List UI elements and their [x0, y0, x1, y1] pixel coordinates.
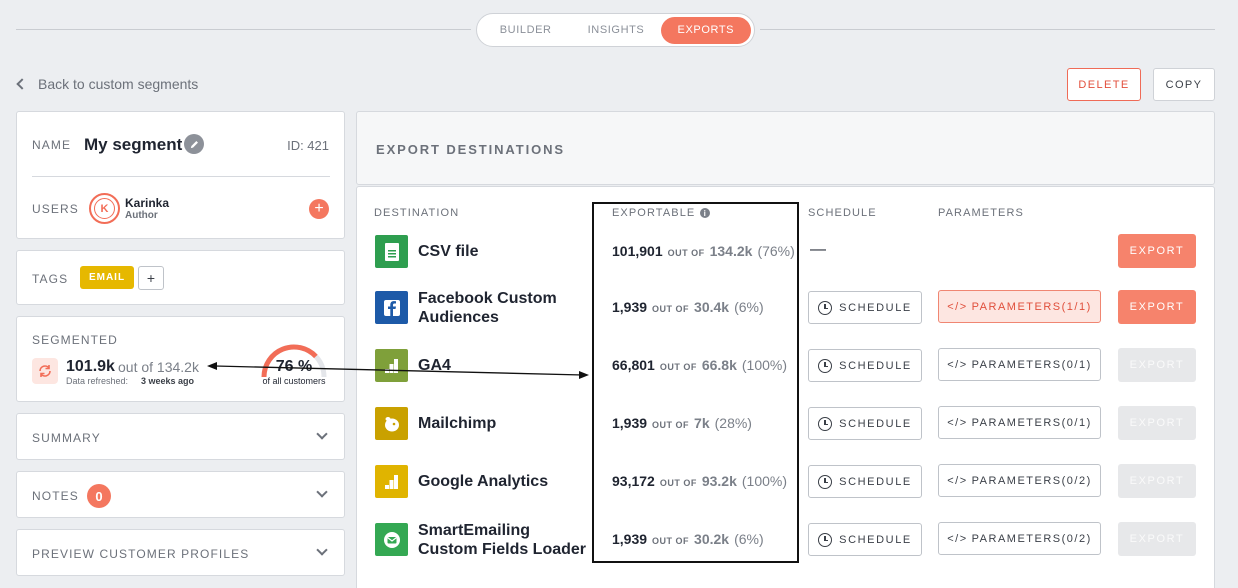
schedule-button[interactable]: SCHEDULE: [808, 523, 922, 556]
export-button-google-analytics[interactable]: EXPORT: [1118, 464, 1196, 498]
tab-builder[interactable]: BUILDER: [480, 17, 571, 44]
code-icon: </>: [947, 532, 968, 545]
add-user-button[interactable]: +: [309, 199, 329, 219]
parameters-button-label: PARAMETERS(1/1): [971, 300, 1092, 313]
edit-name-icon[interactable]: [184, 134, 204, 154]
schedule-button-label: SCHEDULE: [839, 475, 912, 488]
divider: [32, 176, 330, 177]
export-button-smartemailing-custom-fields-loader[interactable]: EXPORT: [1118, 522, 1196, 556]
preview-label: PREVIEW CUSTOMER PROFILES: [32, 547, 250, 561]
segment-name: My segment: [84, 135, 183, 154]
notes-label: NOTES: [32, 489, 79, 503]
schedule-button[interactable]: SCHEDULE: [808, 349, 922, 382]
notes-card[interactable]: NOTES 0: [16, 471, 345, 518]
clock-icon: [818, 474, 833, 489]
copy-button[interactable]: COPY: [1153, 68, 1215, 101]
schedule-button[interactable]: SCHEDULE: [808, 291, 922, 324]
avatar-initial: K: [94, 198, 115, 219]
add-tag-button[interactable]: +: [138, 266, 164, 290]
export-button-csv-file[interactable]: EXPORT: [1118, 234, 1196, 268]
col-schedule: SCHEDULE: [808, 207, 877, 219]
destination-name: Google Analytics: [418, 473, 549, 490]
preview-profiles-card[interactable]: PREVIEW CUSTOMER PROFILES: [16, 529, 345, 576]
back-link[interactable]: Back to custom segments: [16, 76, 198, 92]
csv-file-icon: [375, 235, 408, 268]
summary-card[interactable]: SUMMARY: [16, 413, 345, 460]
parameters-button[interactable]: </> PARAMETERS(1/1): [938, 290, 1101, 323]
view-tabs: BUILDER INSIGHTS EXPORTS: [476, 13, 755, 47]
export-destinations-title: EXPORT DESTINATIONS: [376, 142, 565, 157]
tab-exports[interactable]: EXPORTS: [660, 16, 751, 44]
name-label: NAME: [32, 138, 72, 152]
segmented-outof: out of 134.2k: [118, 359, 199, 375]
parameters-button[interactable]: </> PARAMETERS(0/1): [938, 348, 1101, 381]
col-destination: DESTINATION: [374, 207, 460, 219]
destination-name: CSV file: [418, 243, 479, 260]
schedule-button-label: SCHEDULE: [839, 417, 912, 430]
exportable-highlight-box: [592, 202, 799, 563]
segment-id: ID: 421: [287, 138, 329, 153]
facebook-icon: [375, 291, 408, 324]
notes-count-badge: 0: [87, 484, 111, 508]
mailchimp-icon: [375, 407, 408, 440]
parameters-button-label: PARAMETERS(0/2): [971, 474, 1092, 487]
parameters-button[interactable]: </> PARAMETERS(0/2): [938, 464, 1101, 497]
col-parameters: PARAMETERS: [938, 207, 1024, 219]
google-analytics-icon: [375, 465, 408, 498]
users-label: USERS: [32, 202, 79, 216]
refreshed-value: 3 weeks ago: [141, 376, 195, 386]
schedule-button-label: SCHEDULE: [839, 301, 912, 314]
export-button-ga4[interactable]: EXPORT: [1118, 348, 1196, 382]
avatar: K: [89, 193, 120, 224]
code-icon: </>: [947, 416, 968, 429]
segmented-label: SEGMENTED: [32, 333, 118, 347]
user-role: Author: [125, 210, 158, 221]
export-button-facebook-custom-audiences[interactable]: EXPORT: [1118, 290, 1196, 324]
chevron-left-icon: [16, 78, 28, 90]
annotation-arrow: [207, 362, 589, 379]
chevron-down-icon: [316, 428, 328, 440]
schedule-button-label: SCHEDULE: [839, 533, 912, 546]
clock-icon: [818, 358, 833, 373]
code-icon: </>: [947, 474, 968, 487]
parameters-button[interactable]: </> PARAMETERS(0/2): [938, 522, 1101, 555]
destination-name: Mailchimp: [418, 415, 497, 432]
parameters-button-label: PARAMETERS(0/1): [971, 416, 1092, 429]
segment-info-card: NAME My segment ID: 421 USERS K Karinka …: [16, 111, 345, 239]
refreshed-prefix: Data refreshed:: [66, 376, 129, 386]
schedule-none: —: [810, 241, 826, 258]
clock-icon: [818, 416, 833, 431]
export-destinations-header: EXPORT DESTINATIONS: [356, 111, 1215, 185]
schedule-button[interactable]: SCHEDULE: [808, 407, 922, 440]
destination-name: SmartEmailing Custom Fields Loader: [418, 522, 587, 558]
destination-name: Facebook Custom Audiences: [418, 290, 557, 326]
tags-label: TAGS: [32, 272, 69, 286]
parameters-button[interactable]: </> PARAMETERS(0/1): [938, 406, 1101, 439]
tag-email[interactable]: EMAIL: [80, 266, 134, 289]
smartemailing-icon: [375, 523, 408, 556]
segmented-value: 101.9k: [66, 358, 115, 375]
export-button-mailchimp[interactable]: EXPORT: [1118, 406, 1196, 440]
clock-icon: [818, 300, 833, 315]
delete-button[interactable]: DELETE: [1067, 68, 1141, 101]
tab-insights[interactable]: INSIGHTS: [571, 17, 660, 44]
parameters-button-label: PARAMETERS(0/2): [971, 532, 1092, 545]
schedule-button-label: SCHEDULE: [839, 359, 912, 372]
chevron-down-icon: [316, 544, 328, 556]
tags-card: TAGS EMAIL +: [16, 250, 345, 305]
code-icon: </>: [947, 358, 968, 371]
back-link-label: Back to custom segments: [38, 76, 199, 92]
schedule-button[interactable]: SCHEDULE: [808, 465, 922, 498]
refresh-icon[interactable]: [32, 358, 58, 384]
parameters-button-label: PARAMETERS(0/1): [971, 358, 1092, 371]
code-icon: </>: [947, 300, 968, 313]
summary-label: SUMMARY: [32, 431, 101, 445]
clock-icon: [818, 532, 833, 547]
user-name: Karinka: [125, 196, 170, 210]
chevron-down-icon: [316, 486, 328, 498]
